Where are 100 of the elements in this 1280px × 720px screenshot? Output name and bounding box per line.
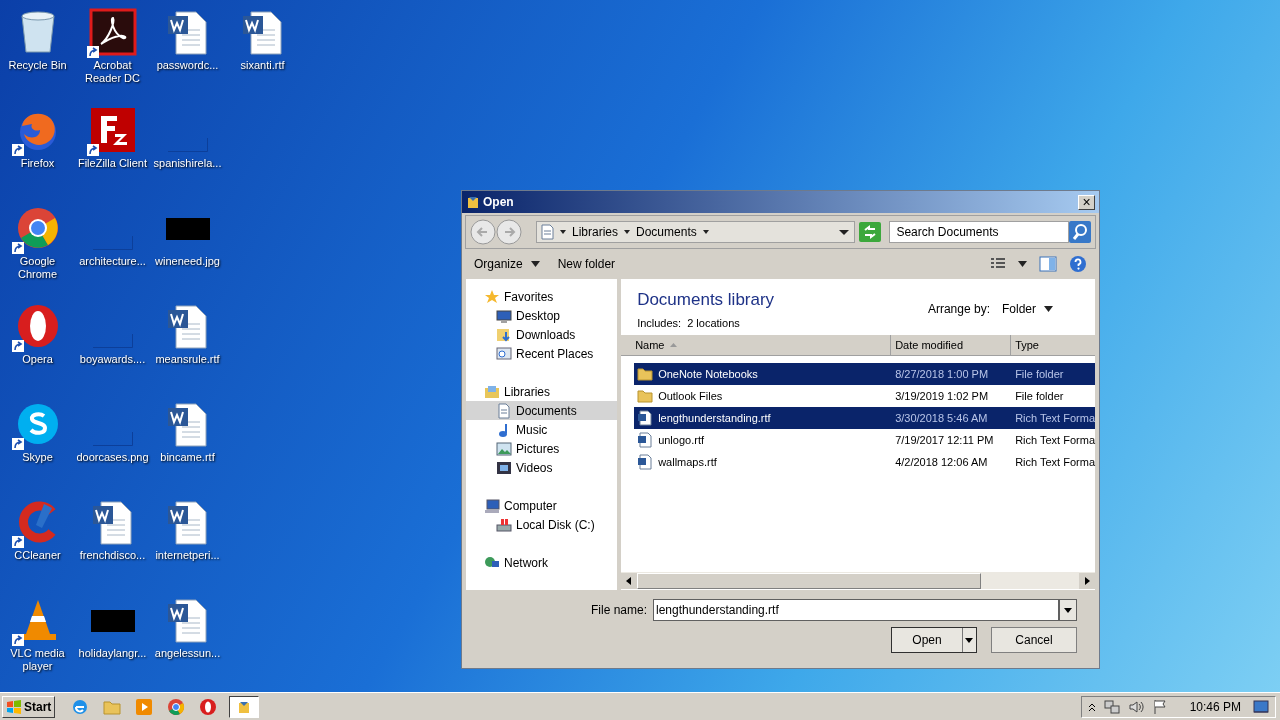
nav-item[interactable]: Local Disk (C:) xyxy=(466,515,618,534)
desktop-icon-label[interactable]: passwordc... xyxy=(150,59,225,72)
desktop-icon-label[interactable]: architecture... xyxy=(75,255,150,268)
windows-flag-icon xyxy=(6,699,22,714)
refresh-icon xyxy=(859,222,882,242)
speaker-icon xyxy=(1127,698,1144,715)
nav-item[interactable]: Recent Places xyxy=(466,344,618,363)
desktop-icon-label[interactable]: Skype xyxy=(0,451,75,464)
shortcut-arrow-icon xyxy=(11,242,24,254)
cancel-button[interactable]: Cancel xyxy=(991,627,1077,653)
column-header[interactable]: Name xyxy=(621,335,892,355)
address-bar[interactable]: Libraries Documents xyxy=(536,221,856,243)
file-type: File folder xyxy=(1014,366,1064,382)
desktop-icon-label[interactable]: CCleaner xyxy=(0,549,75,562)
nav-item[interactable]: Downloads xyxy=(466,325,618,344)
file-row[interactable]: Outlook Files 3/19/2019 1:02 PM File folder xyxy=(634,385,1095,407)
nav-item[interactable]: Computer xyxy=(466,496,618,515)
desktop-icon-label[interactable]: Opera xyxy=(0,353,75,366)
locations-link[interactable]: 2 locations xyxy=(687,314,740,331)
media-player-icon[interactable] xyxy=(135,697,154,716)
scrollbar-thumb[interactable] xyxy=(637,572,982,589)
desktop-icon-label[interactable]: angelessun... xyxy=(150,647,225,660)
column-header[interactable]: Date modified xyxy=(891,335,1012,355)
file-row[interactable]: wallmaps.rtf 4/2/2018 12:06 AM Rich Text Forma xyxy=(634,451,1095,473)
file-date: 7/19/2017 12:11 PM xyxy=(894,432,995,448)
dialog-app-icon xyxy=(466,195,480,209)
desktop-icon-label[interactable]: frenchdisco... xyxy=(75,549,150,562)
nav-item[interactable]: Videos xyxy=(466,458,618,477)
organize-button[interactable]: Organize xyxy=(474,255,540,273)
forward-button-icon xyxy=(496,219,522,245)
file-row[interactable]: unlogo.rtf 7/19/2017 12:11 PM Rich Text Forma xyxy=(634,429,1095,451)
browser-e-icon[interactable] xyxy=(71,697,90,716)
sort-arrow-icon xyxy=(670,343,678,347)
film-icon xyxy=(496,459,512,476)
desktop-icon-label[interactable]: doorcases.png xyxy=(75,451,150,464)
dropdown-caret-icon xyxy=(962,628,976,652)
close-button[interactable]: × xyxy=(1078,194,1095,210)
desktop-icon-label[interactable]: VLC media player xyxy=(0,647,75,673)
nav-item[interactable]: Network xyxy=(466,553,618,572)
caret-icon xyxy=(1044,306,1053,312)
taskbar-button[interactable] xyxy=(229,695,260,718)
monitor-icon xyxy=(496,307,512,324)
column-header[interactable]: Type xyxy=(1011,335,1095,355)
window-icon xyxy=(496,345,512,362)
shortcut-arrow-icon xyxy=(86,144,99,156)
window-title: Open xyxy=(483,194,514,211)
caret-icon xyxy=(701,228,710,236)
nav-item[interactable]: Favorites xyxy=(466,287,618,306)
start-button[interactable]: Start xyxy=(2,695,56,718)
scroll-left-icon xyxy=(621,572,638,589)
desktop-icon-label[interactable]: Firefox xyxy=(0,157,75,170)
nav-item[interactable]: Music xyxy=(466,420,618,439)
dropdown-caret-icon xyxy=(839,228,850,236)
desktop-icon-label[interactable]: Acrobat Reader DC xyxy=(75,59,150,85)
desktop-icon-label[interactable]: meansrule.rtf xyxy=(150,353,225,366)
breadcrumb-item[interactable]: Documents xyxy=(636,223,697,241)
chrome-icon[interactable] xyxy=(167,697,186,716)
open-button[interactable]: Open xyxy=(891,627,977,653)
desktop-icon-label[interactable]: wineneed.jpg xyxy=(150,255,225,268)
file-type: Rich Text Forma xyxy=(1014,410,1095,426)
desktop-icon-label[interactable]: boyawards.... xyxy=(75,353,150,366)
shortcut-arrow-icon xyxy=(11,144,24,156)
desktop-icon-label[interactable]: holidaylangr... xyxy=(75,647,150,660)
nav-item[interactable]: Pictures xyxy=(466,439,618,458)
file-date: 8/27/2018 1:00 PM xyxy=(894,366,990,382)
desktop-icon-label[interactable]: spanishirela... xyxy=(150,157,225,170)
desktop-icon-label[interactable]: sixanti.rtf xyxy=(225,59,300,72)
drive-icon xyxy=(496,516,512,533)
caret-icon xyxy=(623,228,632,236)
file-date: 4/2/2018 12:06 AM xyxy=(894,454,989,470)
desktop-icon-label[interactable]: Recycle Bin xyxy=(0,59,75,72)
file-row[interactable]: lengthunderstanding.rtf 3/30/2018 5:46 AM Rich Text Forma xyxy=(634,407,1095,429)
nav-item[interactable]: Desktop xyxy=(466,306,618,325)
document-icon xyxy=(496,402,512,419)
file-name-label: File name: xyxy=(590,602,647,619)
search-field[interactable]: Search Documents xyxy=(889,221,1069,243)
opera-icon[interactable] xyxy=(199,697,218,716)
desktop-icon-label[interactable]: Google Chrome xyxy=(0,255,75,281)
dialog-app-icon xyxy=(237,699,252,714)
file-name: unlogo.rtf xyxy=(658,432,704,448)
caret-icon xyxy=(559,228,567,236)
nav-item[interactable]: Libraries xyxy=(466,382,618,401)
new-folder-button[interactable]: New folder xyxy=(557,255,616,273)
dropdown-caret-icon[interactable] xyxy=(1059,599,1077,621)
shortcut-arrow-icon xyxy=(11,340,24,352)
shortcut-arrow-icon xyxy=(11,438,24,450)
file-name: wallmaps.rtf xyxy=(658,454,717,470)
computer-icon xyxy=(484,497,500,514)
desktop-icon-label[interactable]: internetperi... xyxy=(150,549,225,562)
arrange-by-dropdown[interactable]: Folder xyxy=(1002,300,1053,318)
file-type: Rich Text Forma xyxy=(1014,432,1095,448)
word-document-icon xyxy=(637,432,654,448)
file-name-field[interactable]: lengthunderstanding.rtf xyxy=(653,599,1059,621)
file-date: 3/30/2018 5:46 AM xyxy=(894,410,989,426)
library-icon xyxy=(484,383,500,400)
file-row[interactable]: OneNote Notebooks 8/27/2018 1:00 PM File folder xyxy=(634,363,1095,385)
breadcrumb-item[interactable]: Libraries xyxy=(572,223,619,241)
desktop-icon-label[interactable]: FileZilla Client xyxy=(75,157,150,170)
nav-item[interactable]: Documents xyxy=(466,401,618,420)
desktop-icon-label[interactable]: bincame.rtf xyxy=(150,451,225,464)
